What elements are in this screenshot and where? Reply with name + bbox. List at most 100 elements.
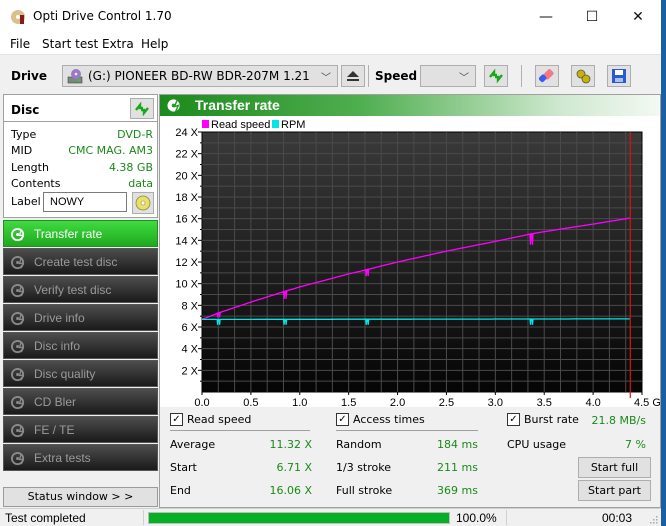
y-tick-label: 10 X: [175, 279, 198, 291]
start-full-button[interactable]: Start full: [578, 457, 651, 478]
random-value: 184 ms: [437, 438, 478, 451]
burst-rate-checkbox[interactable]: ✓ Burst rate: [507, 413, 579, 426]
stats-panel: ✓ Read speed Average 11.32 X Start 6.71 X…: [160, 407, 660, 507]
erase-button[interactable]: [535, 65, 559, 87]
disc-contents-key: Contents: [11, 177, 61, 190]
one-third-stroke-value: 211 ms: [437, 461, 478, 474]
x-tick-label: 0.0: [194, 397, 209, 407]
disc-tool-icon: [11, 311, 25, 326]
legend-swatch: [272, 120, 279, 128]
refresh-speed-button[interactable]: [484, 65, 508, 87]
disc-tool-icon: [11, 451, 25, 466]
disc-label-input[interactable]: [43, 192, 127, 212]
status-window-button[interactable]: Status window > >: [3, 487, 158, 507]
erase-icon: [539, 69, 554, 83]
nav-item-disc-quality[interactable]: Disc quality: [3, 360, 158, 387]
drive-icon: [67, 69, 83, 84]
status-bar: Test completed 100.0% 00:03: [0, 508, 661, 526]
menu-extra[interactable]: Extra: [102, 37, 134, 51]
nav-item-fe-te[interactable]: FE / TE: [3, 416, 158, 443]
drive-select-value: (G:) PIONEER BD-RW BDR-207M 1.21: [88, 69, 310, 83]
disc-length-value: 4.38 GB: [108, 161, 153, 174]
x-tick-label: 3.5: [537, 397, 552, 407]
drive-select[interactable]: (G:) PIONEER BD-RW BDR-207M 1.21 ﹀: [62, 65, 338, 87]
nav-item-label: Transfer rate: [34, 227, 103, 241]
elapsed-time: 00:03: [602, 511, 633, 525]
disc-type-key: Type: [11, 128, 37, 141]
legend-label: RPM: [281, 119, 305, 131]
disc-header: Disc: [11, 103, 40, 117]
y-tick-label: 12 X: [175, 257, 198, 269]
access-times-checkbox[interactable]: ✓ Access times: [336, 413, 425, 426]
read-speed-checkbox[interactable]: ✓ Read speed: [170, 413, 251, 426]
full-stroke-value: 369 ms: [437, 484, 478, 497]
close-button[interactable]: ✕: [615, 0, 661, 34]
nav-item-drive-info[interactable]: Drive info: [3, 304, 158, 331]
settings-icon: [576, 69, 591, 84]
menu-help[interactable]: Help: [141, 37, 168, 51]
nav-item-label: CD Bler: [34, 395, 77, 409]
x-tick-label: 2.0: [390, 397, 405, 407]
burst-rate-value: 21.8 MB/s: [591, 414, 646, 427]
toolbar-separator: [368, 65, 369, 87]
start-value: 6.71 X: [276, 461, 312, 474]
progress-bar-fill: [149, 513, 449, 523]
menu-start-test[interactable]: Start test: [42, 37, 98, 51]
nav-item-label: Create test disc: [34, 255, 118, 269]
chevron-down-icon: ﹀: [459, 73, 469, 84]
y-tick-label: 14 X: [175, 235, 198, 247]
divider: [4, 121, 157, 122]
eject-icon: [347, 71, 359, 81]
app-window: Opti Drive Control 1.70 — ☐ ✕ File Start…: [0, 0, 661, 526]
x-tick-label: 2.5: [439, 397, 454, 407]
maximize-button[interactable]: ☐: [569, 0, 615, 34]
disc-icon: [135, 195, 151, 211]
nav-item-label: Disc info: [34, 339, 81, 353]
checkmark-icon: ✓: [336, 413, 349, 426]
disc-mid-key: MID: [11, 144, 33, 157]
disc-length-row: Length 4.38 GB: [11, 161, 153, 177]
menu-file[interactable]: File: [10, 37, 30, 51]
minimize-button[interactable]: —: [523, 0, 569, 34]
maximize-icon: ☐: [585, 9, 599, 25]
disc-length-key: Length: [11, 161, 49, 174]
nav-item-verify-test-disc[interactable]: Verify test disc: [3, 276, 158, 303]
eject-button[interactable]: [341, 65, 365, 87]
nav-item-label: Drive info: [34, 311, 85, 325]
refresh-icon: [489, 68, 503, 84]
app-logo-icon: [11, 10, 25, 24]
nav-item-disc-info[interactable]: Disc info: [3, 332, 158, 359]
disc-label-key: Label: [11, 195, 41, 208]
read-speed-checkbox-label: Read speed: [187, 413, 252, 426]
x-tick-label: 1.0: [292, 397, 307, 407]
drive-label: Drive: [11, 69, 47, 83]
nav-item-label: Extra tests: [34, 451, 91, 465]
y-tick-label: 18 X: [175, 192, 198, 204]
disc-mid-row: MID CMC MAG. AM3: [11, 144, 153, 160]
speed-select[interactable]: ﹀: [420, 65, 476, 87]
disc-tool-icon: [11, 283, 25, 298]
y-tick-label: 20 X: [175, 170, 198, 182]
window-title: Opti Drive Control 1.70: [33, 9, 172, 23]
start-part-button[interactable]: Start part: [578, 480, 651, 501]
speed-label: Speed: [375, 69, 418, 83]
disc-tool-icon: [11, 339, 25, 354]
access-times-checkbox-label: Access times: [353, 413, 425, 426]
transfer-rate-icon: [167, 99, 180, 113]
divider: [336, 430, 478, 431]
burst-rate-checkbox-label: Burst rate: [524, 413, 579, 426]
resize-grip-icon[interactable]: [648, 514, 658, 524]
x-tick-label: 3.0: [488, 397, 503, 407]
nav-item-create-test-disc[interactable]: Create test disc: [3, 248, 158, 275]
refresh-icon: [135, 101, 149, 116]
disc-label-button[interactable]: [132, 192, 154, 214]
nav-item-transfer-rate[interactable]: Transfer rate: [3, 220, 158, 247]
minimize-icon: —: [539, 9, 553, 25]
save-button[interactable]: [607, 65, 631, 87]
nav-item-cd-bler[interactable]: CD Bler: [3, 388, 158, 415]
divider: [506, 510, 507, 525]
disc-refresh-button[interactable]: [130, 98, 154, 119]
settings-button[interactable]: [571, 65, 595, 87]
nav-item-extra-tests[interactable]: Extra tests: [3, 444, 158, 471]
disc-tool-icon: [11, 423, 25, 438]
